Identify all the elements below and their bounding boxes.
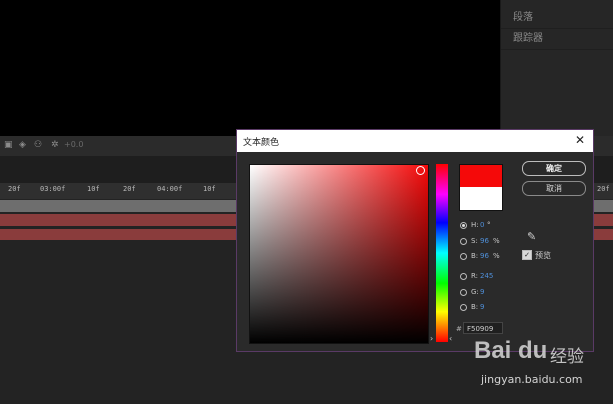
cancel-button[interactable]: 取消 [522, 181, 586, 196]
gear-icon[interactable]: ✲ [51, 140, 61, 150]
hex-input[interactable]: F50909 [463, 322, 503, 334]
dialog-titlebar[interactable]: 文本颜色 ✕ [237, 130, 593, 152]
ruler-tick: 10f [203, 185, 216, 193]
dialog-title: 文本颜色 [243, 138, 280, 148]
saturation-value[interactable]: 96 [480, 237, 489, 245]
brightness-radio[interactable] [460, 253, 467, 260]
hue-unit: ° [487, 221, 491, 229]
preview-label: 预览 [535, 251, 551, 260]
saturation-unit: % [493, 237, 500, 245]
hue-slider[interactable] [436, 164, 448, 342]
hue-value[interactable]: 0 [480, 221, 484, 229]
brightness-label: B: [471, 252, 479, 260]
blue-value[interactable]: 9 [480, 303, 484, 311]
ruler-tick: 04:00f [157, 185, 183, 193]
new-color-swatch [459, 164, 503, 187]
watermark-url: jingyan.baidu.com [481, 373, 583, 386]
blue-label: B: [471, 303, 479, 311]
watermark-jingyan: 经验 [550, 347, 584, 367]
ruler-tick: 20f [123, 185, 136, 193]
network-icon[interactable]: ⚇ [34, 140, 44, 150]
text-color-dialog: 文本颜色 ✕ › ‹ 确定 取消 H: 0 ° S: 96 % B: 96 % … [236, 129, 594, 352]
ruler-tick: 20f [8, 185, 21, 193]
green-value[interactable]: 9 [480, 288, 484, 296]
panel-item-paragraph[interactable]: 段落 [501, 8, 613, 29]
hue-radio[interactable] [460, 222, 467, 229]
original-color-swatch[interactable] [459, 187, 503, 211]
ruler-tick: 20f [597, 185, 610, 193]
red-label: R: [471, 272, 479, 280]
green-radio[interactable] [460, 289, 467, 296]
baidu-logo: Bai du [474, 337, 548, 364]
brightness-value[interactable]: 96 [480, 252, 489, 260]
brightness-unit: % [493, 252, 500, 260]
eyedropper-icon[interactable]: ✎ [527, 230, 536, 243]
red-value[interactable]: 245 [480, 272, 493, 280]
hue-slider-left-arrow-icon[interactable]: › [430, 334, 433, 343]
panel-item-tracker[interactable]: 跟踪器 [501, 29, 613, 50]
hex-prefix: # [456, 325, 462, 333]
close-icon[interactable]: ✕ [575, 133, 585, 147]
hue-label: H: [471, 221, 479, 229]
composition-preview [0, 0, 500, 136]
preview-checkbox[interactable]: ✓ [522, 250, 532, 260]
color-field-cursor[interactable] [416, 166, 425, 175]
green-label: G: [471, 288, 479, 296]
ruler-tick: 03:00f [40, 185, 66, 193]
saturation-brightness-field[interactable] [249, 164, 429, 344]
snapshot-icon[interactable]: ▣ [4, 140, 14, 150]
saturation-radio[interactable] [460, 238, 467, 245]
blue-radio[interactable] [460, 304, 467, 311]
ruler-tick: 10f [87, 185, 100, 193]
exposure-value[interactable]: +0.0 [64, 140, 83, 149]
channel-icon[interactable]: ◈ [19, 140, 29, 150]
hue-slider-right-arrow-icon[interactable]: ‹ [449, 334, 452, 343]
red-radio[interactable] [460, 273, 467, 280]
saturation-label: S: [471, 237, 478, 245]
ok-button[interactable]: 确定 [522, 161, 586, 176]
